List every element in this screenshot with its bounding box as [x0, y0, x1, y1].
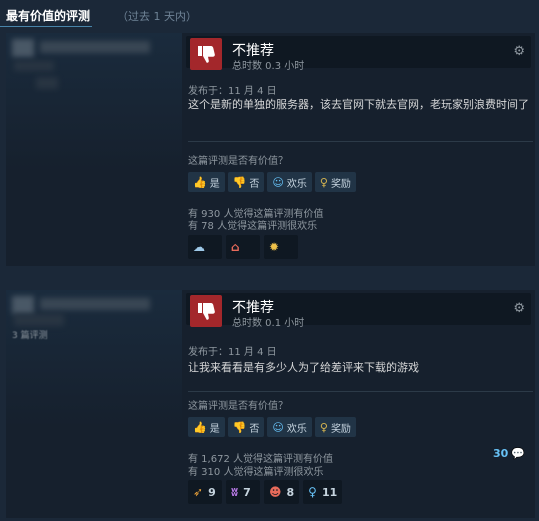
- avatar[interactable]: [12, 296, 34, 314]
- rating-buttons: 👍 是 👎 否 ☺ 欢乐 ♀ 奖励: [188, 172, 356, 192]
- award-label: 奖励: [330, 423, 351, 435]
- award-count: 7: [243, 485, 251, 499]
- title-underline: [0, 26, 92, 27]
- author-name[interactable]: [40, 41, 150, 53]
- helpful-question: 这篇评测是否有价值？: [188, 156, 288, 167]
- funny-count: 有 310 人觉得这篇评测很欢乐: [188, 467, 324, 478]
- author-blur-block: [36, 77, 58, 89]
- award-label: 奖励: [330, 178, 351, 190]
- playtime: 总时数 0.1 小时: [232, 318, 305, 329]
- divider: [188, 141, 533, 142]
- divider: [188, 391, 533, 392]
- thumbs-down-icon: [190, 295, 222, 327]
- award-button[interactable]: ♀ 奖励: [314, 417, 356, 437]
- award-row: ☁ ⌂ ✹: [188, 235, 298, 259]
- thumbs-up-icon: 👍: [193, 175, 207, 189]
- author-review-count[interactable]: 3 篇评测: [12, 328, 48, 341]
- rating-buttons: 👍 是 👎 否 ☺ 欢乐 ♀ 奖励: [188, 417, 356, 437]
- medal-award-icon: ♀: [308, 485, 317, 499]
- section-subtitle: （过去 1 天内）: [117, 10, 197, 23]
- horn-award-icon: ➶: [193, 485, 204, 499]
- award-row: ➶ 9 ʬ7 ☻ 8 ♀ 11: [188, 480, 343, 504]
- no-label: 否: [249, 423, 260, 435]
- yes-button[interactable]: 👍 是: [188, 417, 225, 437]
- review-card: 不推荐 总时数 0.3 小时 ⚙ 发布于：11 月 4 日 这个是新的单独的服务…: [6, 33, 535, 266]
- thumbs-down-small-icon: 👎: [232, 175, 247, 189]
- award-badge[interactable]: ✹: [264, 235, 298, 259]
- speech-bubble-icon: 💬: [511, 447, 525, 460]
- author-blur-block: [14, 61, 54, 71]
- award-count: 9: [208, 485, 216, 499]
- award-badge[interactable]: ⌂: [226, 235, 260, 259]
- yes-label: 是: [209, 178, 220, 190]
- gear-icon[interactable]: ⚙: [513, 44, 525, 59]
- funny-button[interactable]: ☺ 欢乐: [267, 172, 312, 192]
- smiley-icon: ☺: [272, 420, 284, 434]
- avatar[interactable]: [12, 39, 34, 57]
- yes-button[interactable]: 👍 是: [188, 172, 225, 192]
- award-count: 8: [286, 485, 295, 499]
- thumbs-down-icon: [190, 38, 222, 70]
- review-card: 3 篇评测 不推荐 总时数 0.1 小时 ⚙ 发布于：11 月 4 日 让我来看…: [6, 290, 535, 518]
- no-button[interactable]: 👎 否: [227, 417, 265, 437]
- vote-header[interactable]: 不推荐 总时数 0.3 小时 ⚙: [186, 36, 531, 72]
- yes-label: 是: [209, 423, 220, 435]
- posted-date: 发布于：11 月 4 日: [188, 86, 277, 97]
- helpful-question: 这篇评测是否有价值？: [188, 401, 288, 412]
- award-badge[interactable]: ʬ7: [226, 480, 260, 504]
- funny-button[interactable]: ☺ 欢乐: [267, 417, 312, 437]
- author-panel[interactable]: [6, 33, 182, 266]
- posted-date: 发布于：11 月 4 日: [188, 347, 277, 358]
- funny-label: 欢乐: [286, 178, 307, 190]
- thumbs-up-icon: 👍: [193, 420, 207, 434]
- section-title[interactable]: 最有价值的评测: [6, 7, 90, 24]
- playtime: 总时数 0.3 小时: [232, 61, 305, 72]
- smiley-icon: ☺: [272, 175, 284, 189]
- sun-award-icon: ✹: [269, 240, 280, 254]
- vote-header[interactable]: 不推荐 总时数 0.1 小时 ⚙: [186, 293, 531, 329]
- face-award-icon: ☻: [269, 485, 282, 499]
- award-count: 11: [321, 485, 338, 499]
- gear-icon[interactable]: ⚙: [513, 301, 525, 316]
- author-name[interactable]: [40, 298, 150, 310]
- review-text: 这个是新的单独的服务器，该去官网下就去官网，老玩家别浪费时间了: [188, 98, 529, 111]
- award-ribbon-icon: ♀: [319, 420, 328, 434]
- cloud-award-icon: ☁: [193, 240, 205, 254]
- author-panel[interactable]: 3 篇评测: [6, 290, 182, 518]
- thumbs-down-small-icon: 👎: [232, 420, 247, 434]
- comment-count[interactable]: 30 💬: [493, 447, 525, 460]
- award-badge[interactable]: ➶ 9: [188, 480, 222, 504]
- award-badge[interactable]: ☻ 8: [264, 480, 300, 504]
- award-badge[interactable]: ☁: [188, 235, 222, 259]
- claws-award-icon: ʬ: [231, 485, 239, 499]
- section-header: 最有价值的评测 （过去 1 天内）: [0, 0, 539, 28]
- award-badge[interactable]: ♀ 11: [303, 480, 343, 504]
- no-button[interactable]: 👎 否: [227, 172, 265, 192]
- comment-count-value: 30: [492, 447, 509, 460]
- author-blur-block: [14, 314, 64, 326]
- funny-label: 欢乐: [286, 423, 307, 435]
- funny-count: 有 78 人觉得这篇评测很欢乐: [188, 221, 318, 232]
- award-button[interactable]: ♀ 奖励: [314, 172, 356, 192]
- review-text: 让我来看看是有多少人为了给差评来下载的游戏: [188, 361, 419, 374]
- no-label: 否: [249, 178, 260, 190]
- award-ribbon-icon: ♀: [319, 175, 328, 189]
- house-award-icon: ⌂: [231, 240, 240, 254]
